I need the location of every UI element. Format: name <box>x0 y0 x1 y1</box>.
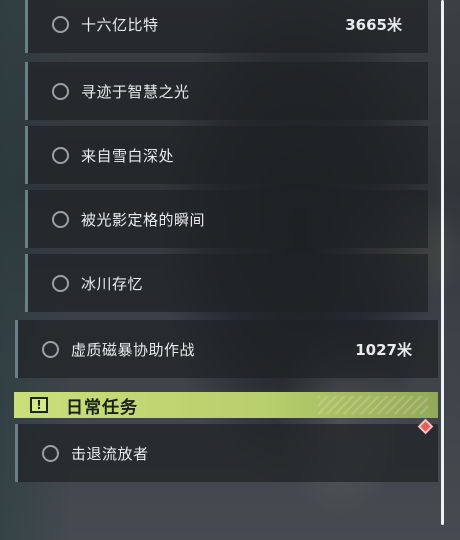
radio-icon <box>52 15 69 33</box>
alert-icon: ! <box>30 397 48 413</box>
radio-icon <box>52 146 69 164</box>
quest-item-trace-wisdom[interactable]: 寻迹于智慧之光 <box>25 62 428 120</box>
scrollbar[interactable] <box>441 0 444 525</box>
radio-icon <box>52 82 69 100</box>
quest-title: 寻迹于智慧之光 <box>81 82 190 101</box>
quest-item-snow-depths[interactable]: 来自雪白深处 <box>25 126 428 184</box>
quest-title: 来自雪白深处 <box>81 146 175 165</box>
quest-distance: 1027米 <box>355 340 412 359</box>
radio-icon <box>52 274 69 292</box>
quest-item-frozen-moment[interactable]: 被光影定格的瞬间 <box>25 190 428 248</box>
quest-title: 虚质磁暴协助作战 <box>71 340 196 359</box>
header-decoration <box>318 396 428 414</box>
quest-item-sixteen-billion-bits[interactable]: 十六亿比特 3665米 <box>25 0 428 53</box>
quest-title: 冰川存忆 <box>81 274 144 293</box>
daily-quests-header[interactable]: ! 日常任务 <box>14 392 438 418</box>
radio-icon <box>42 340 59 358</box>
quest-title: 十六亿比特 <box>81 15 159 34</box>
radio-icon <box>42 444 59 462</box>
radio-icon <box>52 210 69 228</box>
quest-item-magnetic-storm[interactable]: 虚质磁暴协助作战 1027米 <box>15 320 438 378</box>
quest-title: 被光影定格的瞬间 <box>81 210 206 229</box>
daily-quests-title: 日常任务 <box>66 397 138 418</box>
quest-distance: 3665米 <box>345 15 402 34</box>
quest-title: 击退流放者 <box>71 444 149 463</box>
quest-item-glacier-memory[interactable]: 冰川存忆 <box>25 254 428 312</box>
quest-item-repel-exiles[interactable]: 击退流放者 <box>15 424 438 482</box>
